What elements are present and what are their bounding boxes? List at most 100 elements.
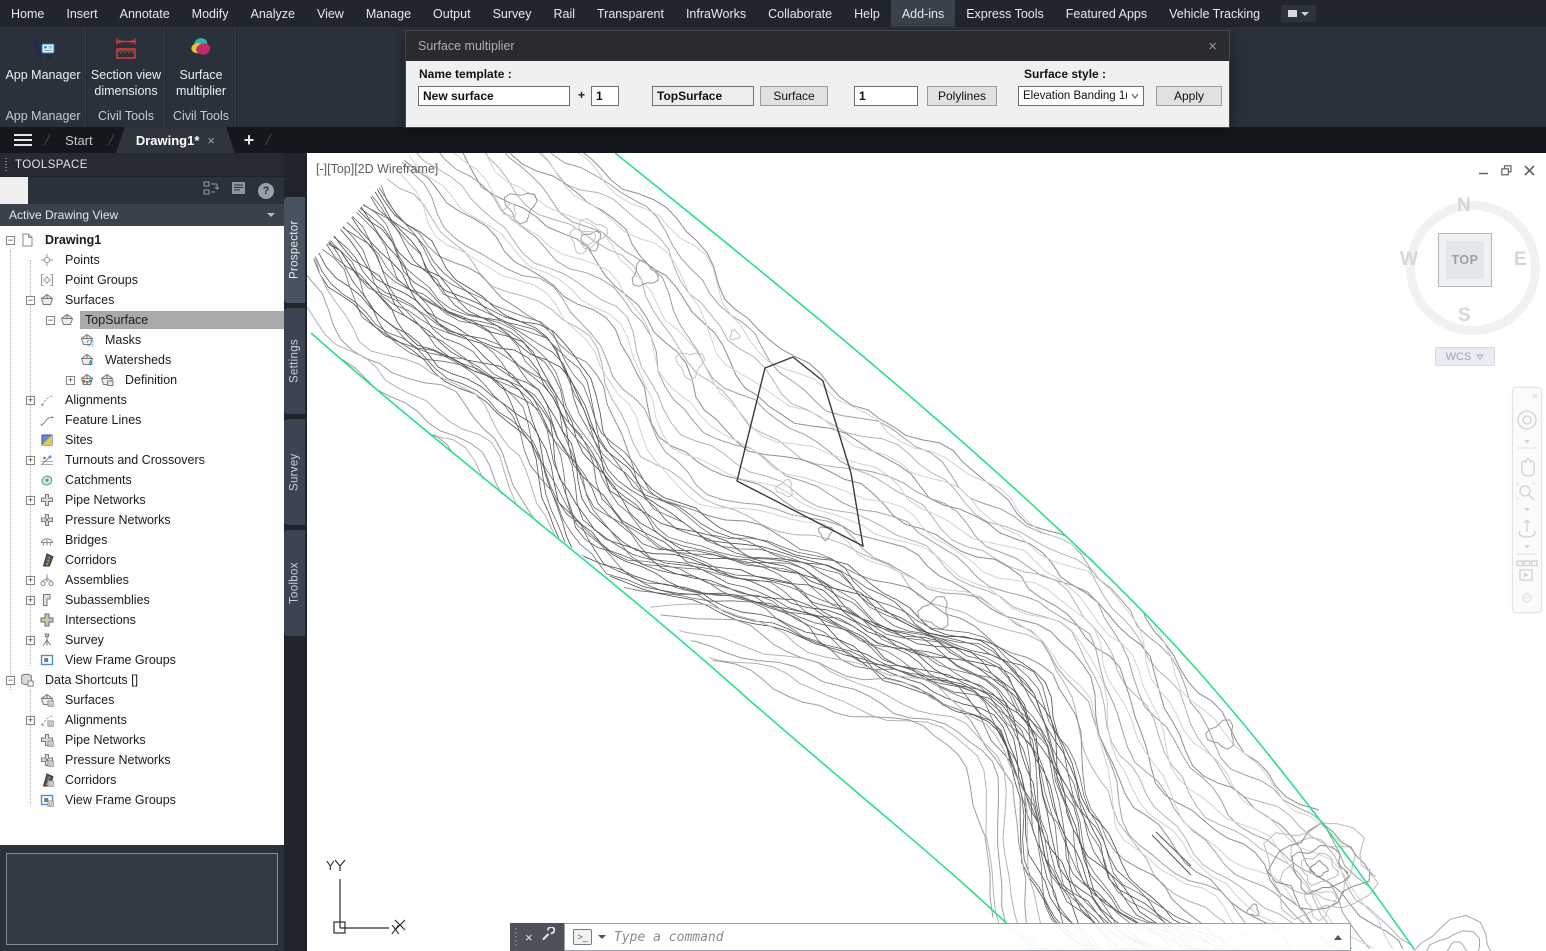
tab-drawing1[interactable]: Drawing1* × [116, 127, 235, 153]
side-tab-settings[interactable]: Settings [284, 308, 305, 414]
hamburger-menu-icon[interactable] [0, 127, 42, 153]
tree-item-masks[interactable]: Masks [0, 330, 284, 350]
tree-item-pressure-networks[interactable]: Pressure Networks [0, 750, 284, 770]
tree-item-point-groups[interactable]: Point Groups [0, 270, 284, 290]
preview-pane-toggle-icon[interactable] [231, 181, 247, 201]
command-line-field[interactable]: >_ [564, 923, 1351, 951]
tab-start[interactable]: Start [52, 127, 105, 153]
menu-item-analyze[interactable]: Analyze [239, 0, 305, 27]
apply-button[interactable]: Apply [1156, 86, 1222, 106]
tree-item-alignments[interactable]: + Alignments [0, 390, 284, 410]
polylines-pick-button[interactable]: Polylines [927, 86, 997, 106]
tree-item-definition[interactable]: + Definition [0, 370, 284, 390]
tree-item-pipe-networks[interactable]: + Pipe Networks [0, 490, 284, 510]
expand-icon[interactable]: + [26, 455, 35, 465]
command-line-grip[interactable]: × [510, 923, 564, 951]
menu-item-home[interactable]: Home [0, 0, 55, 27]
tree-item-watersheds[interactable]: Watersheds [0, 350, 284, 370]
name-template-input[interactable] [418, 86, 570, 106]
compass-east[interactable]: E [1514, 249, 1527, 271]
menu-item-help[interactable]: Help [843, 0, 891, 27]
section-view-dimensions-button[interactable]: Section view dimensions [87, 27, 165, 104]
tree-item-survey[interactable]: + Survey [0, 630, 284, 650]
navigation-wheel-icon[interactable] [1522, 415, 1532, 425]
menu-item-express-tools[interactable]: Express Tools [955, 0, 1055, 27]
expand-icon[interactable]: + [26, 575, 35, 585]
chevron-down-icon[interactable] [1524, 440, 1530, 444]
tree-item-sites[interactable]: Sites [0, 430, 284, 450]
showmotion-icon[interactable] [1530, 560, 1538, 567]
chevron-down-icon[interactable] [1524, 545, 1530, 549]
tree-item-topsurface[interactable]: − TopSurface [0, 310, 284, 330]
command-input[interactable] [612, 928, 1328, 946]
command-prompt-icon[interactable]: >_ [573, 929, 592, 945]
item-view-toggle-icon[interactable] [203, 181, 220, 201]
collapse-icon[interactable]: − [26, 295, 35, 305]
tree-item-pipe-networks[interactable]: Pipe Networks [0, 730, 284, 750]
compass-north[interactable]: N [1457, 195, 1471, 217]
tree-item-bridges[interactable]: Bridges [0, 530, 284, 550]
viewcube-top[interactable]: TOP [1438, 233, 1492, 287]
expand-icon[interactable]: + [26, 495, 35, 505]
menu-item-modify[interactable]: Modify [181, 0, 240, 27]
minimize-icon[interactable] [1478, 163, 1489, 181]
counter-input[interactable] [591, 86, 619, 106]
ucs-icon[interactable]: Y X [317, 846, 412, 941]
collapse-icon[interactable]: − [6, 235, 15, 245]
side-tab-toolbox[interactable]: Toolbox [284, 530, 305, 636]
tree-item-feature-lines[interactable]: Feature Lines [0, 410, 284, 430]
surface-multiplier-button[interactable]: Surface multiplier [166, 27, 236, 104]
tree-item-assemblies[interactable]: + Assemblies [0, 570, 284, 590]
tree-item-points[interactable]: Points [0, 250, 284, 270]
showmotion-icon[interactable] [1523, 560, 1531, 567]
expand-icon[interactable]: + [26, 595, 35, 605]
tree-item-catchments[interactable]: Catchments [0, 470, 284, 490]
drawing-viewport[interactable]: [-][Top][2D Wireframe] N W E S TOP WCS Y… [306, 153, 1546, 951]
collapse-icon[interactable]: − [46, 315, 55, 325]
tree-item-corridors[interactable]: Corridors [0, 550, 284, 570]
new-tab-button[interactable]: + [235, 127, 263, 153]
menu-item-manage[interactable]: Manage [355, 0, 422, 27]
menu-item-transparent[interactable]: Transparent [586, 0, 675, 27]
active-drawing-view-selector[interactable]: Active Drawing View [0, 204, 284, 227]
wcs-selector[interactable]: WCS [1435, 347, 1495, 366]
dialog-close-icon[interactable]: × [1208, 38, 1217, 55]
surface-boundary-left[interactable] [310, 332, 1034, 950]
collapse-icon[interactable]: − [6, 675, 15, 685]
menu-item-featured-apps[interactable]: Featured Apps [1055, 0, 1158, 27]
menu-item-add-ins[interactable]: Add-ins [890, 0, 956, 27]
surface-name-field[interactable] [652, 86, 754, 106]
tree-item-corridors[interactable]: Corridors [0, 770, 284, 790]
surface-pick-button[interactable]: Surface [760, 86, 828, 106]
compass-south[interactable]: S [1458, 305, 1471, 327]
menu-item-survey[interactable]: Survey [482, 0, 543, 27]
drag-grip-icon[interactable] [5, 158, 7, 171]
viewport-controls-label[interactable]: [-][Top][2D Wireframe] [316, 162, 438, 176]
expand-icon[interactable]: + [26, 635, 35, 645]
menu-item-rail[interactable]: Rail [542, 0, 586, 27]
tree-item-view-frame-groups[interactable]: View Frame Groups [0, 790, 284, 810]
expand-icon[interactable]: + [26, 395, 35, 405]
expand-icon[interactable]: + [26, 715, 35, 725]
tab-close-icon[interactable]: × [207, 133, 215, 148]
side-tab-prospector[interactable]: Prospector [284, 197, 305, 303]
menu-overflow-button[interactable] [1281, 5, 1317, 22]
menu-item-vehicle-tracking[interactable]: Vehicle Tracking [1158, 0, 1271, 27]
customize-wrench-icon[interactable] [540, 926, 555, 947]
command-line-close-icon[interactable]: × [525, 930, 533, 945]
dialog-title-bar[interactable]: Surface multiplier × [406, 31, 1229, 61]
menu-item-view[interactable]: View [306, 0, 355, 27]
tree-item-turnouts-and-crossovers[interactable]: + Turnouts and Crossovers [0, 450, 284, 470]
chevron-down-icon[interactable] [1524, 508, 1530, 512]
showmotion-icon[interactable] [1524, 572, 1529, 578]
app-manager-button[interactable]: App Manager [0, 27, 86, 104]
tree-item-surfaces[interactable]: Surfaces [0, 690, 284, 710]
showmotion-icon[interactable] [1516, 560, 1524, 567]
surface-boundary-right[interactable] [614, 153, 1415, 950]
drag-grip-icon[interactable] [515, 928, 518, 946]
tree-item-surfaces[interactable]: − Surfaces [0, 290, 284, 310]
zoom-icon[interactable] [1519, 485, 1531, 497]
side-tab-survey[interactable]: Survey [284, 419, 305, 525]
orbit-icon[interactable] [1524, 519, 1530, 532]
tree-item-alignments[interactable]: + Alignments [0, 710, 284, 730]
